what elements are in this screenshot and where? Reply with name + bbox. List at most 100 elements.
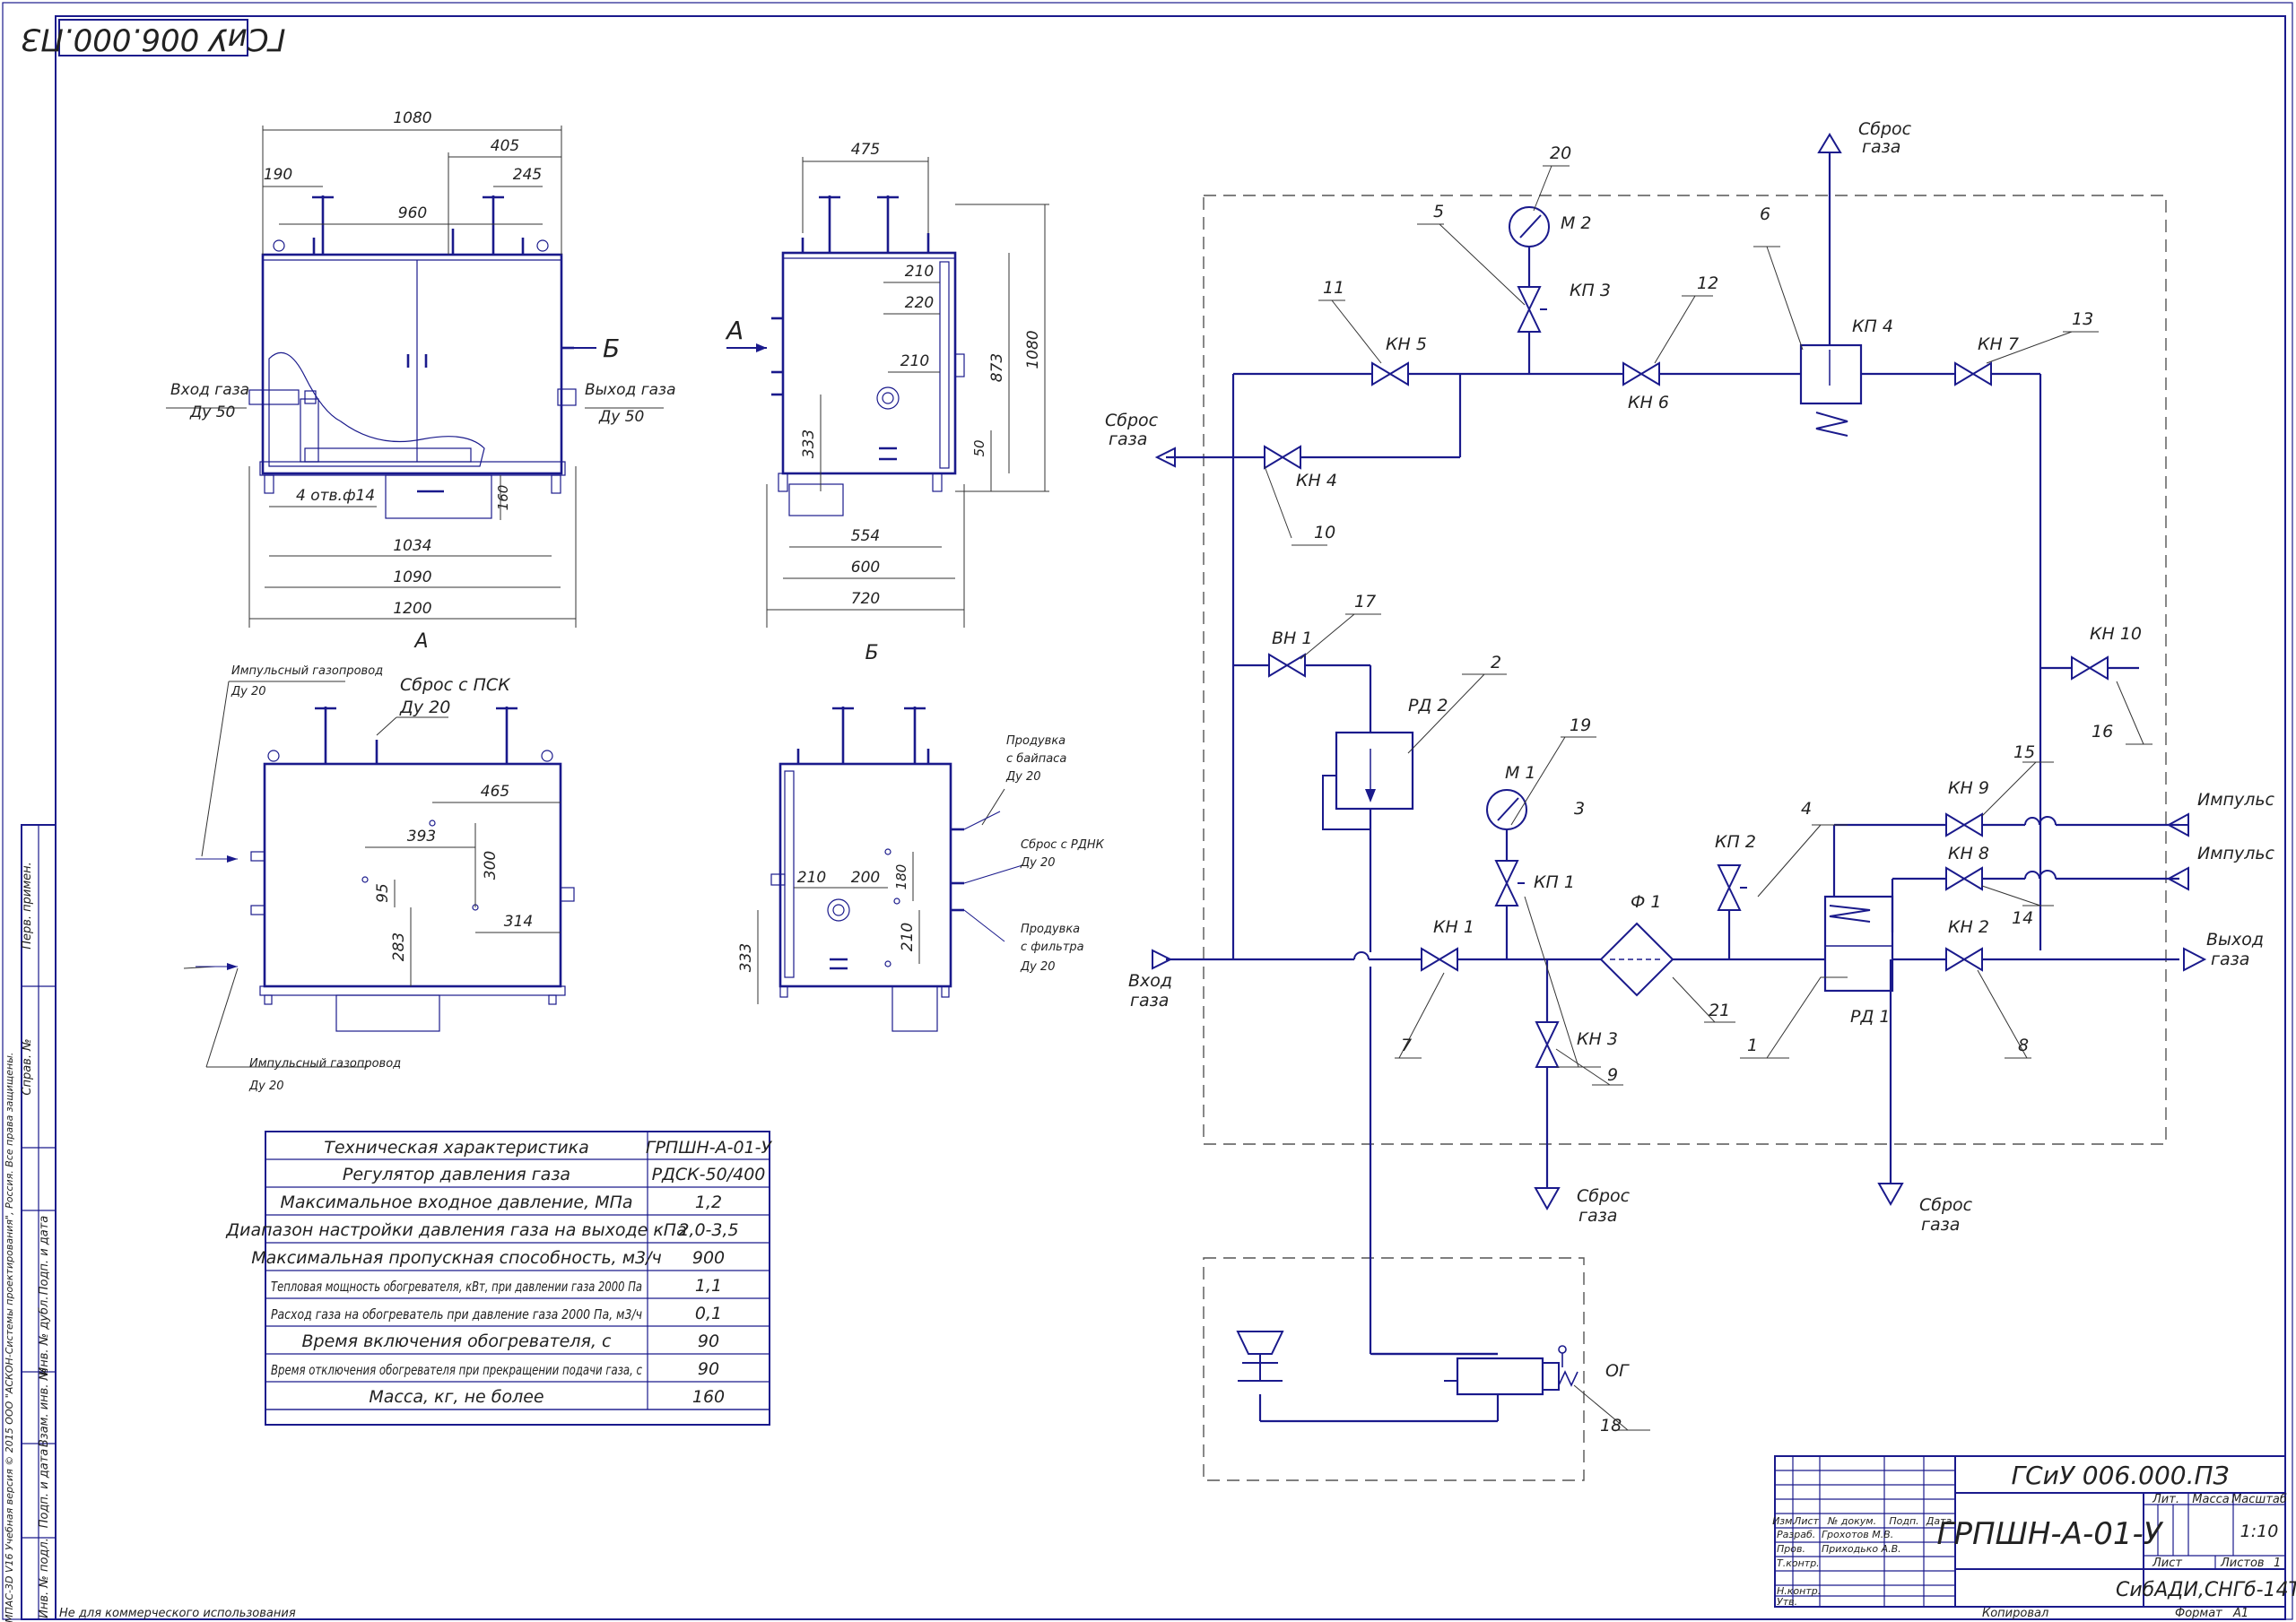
- lbl-blowoff-kn3-1: Сброс: [1577, 1186, 1631, 1206]
- dim-960: 960: [398, 204, 427, 222]
- tb-col-podp: Подп.: [1889, 1515, 1918, 1527]
- dim-873: 873: [988, 353, 1006, 382]
- spec-row-value: 1,2: [695, 1193, 722, 1212]
- valve-kn10: [2071, 655, 2092, 681]
- dim-1200: 1200: [393, 600, 431, 618]
- spec-row-label: Тепловая мощность обогревателя, кВт, при…: [271, 1279, 642, 1295]
- dim-95: 95: [374, 883, 392, 903]
- callout-3: 3: [1574, 799, 1585, 819]
- callout-8: 8: [2018, 1036, 2029, 1055]
- front-view: 1080 405 190 245 960 1034 1090 1200 160 …: [166, 109, 676, 653]
- valve-kn6: [1622, 361, 1643, 386]
- spec-row-value: 900: [692, 1248, 725, 1268]
- dim-475: 475: [851, 141, 880, 159]
- tb-row-razrab-name: Грохотов М.В.: [1822, 1529, 1893, 1540]
- lbl-kn3: КН 3: [1577, 1029, 1618, 1049]
- dim-465: 465: [481, 783, 509, 801]
- footer: Не для коммерческого использования Копир…: [59, 1607, 2248, 1620]
- regulator-rd1: [1823, 895, 1894, 993]
- valve-kn3: [1535, 1021, 1560, 1047]
- dim-720: 720: [851, 590, 880, 608]
- spec-header-left: Техническая характеристика: [324, 1138, 588, 1158]
- lbl-blowoff-kn3-2: газа: [1578, 1206, 1617, 1226]
- dim-220: 220: [905, 294, 934, 312]
- technical-drawing: ГСиУ 006.000.ПЗ Перв. примен. Справ. № П…: [2, 2, 2296, 1622]
- footer-copied: Копировал: [1982, 1607, 2048, 1620]
- blowoff-arrow-kn3: [1534, 1187, 1561, 1211]
- lbl-vn1: ВН 1: [1272, 629, 1312, 648]
- tb-sheet: Лист: [2152, 1557, 2182, 1570]
- inlet-du: Ду 50: [189, 403, 235, 421]
- outlet-du: Ду 50: [598, 408, 644, 426]
- filter-du: Ду 20: [1020, 960, 1056, 974]
- dim-200-rs: 200: [851, 869, 880, 887]
- lbl-blowoff-top1: Сброс: [1858, 119, 1912, 139]
- spec-header-right: ГРПШН-А-01-У: [646, 1138, 773, 1158]
- tb-row-razrab: Разраб.: [1777, 1529, 1815, 1540]
- callout-13: 13: [2072, 309, 2093, 329]
- lbl-blowoff-left1: Сброс: [1105, 411, 1159, 430]
- valve-kn4: [1264, 445, 1284, 470]
- dim-210a: 210: [905, 263, 934, 281]
- lbl-blowoff-rd1-2: газа: [1921, 1215, 1960, 1235]
- lbl-kp1: КП 1: [1534, 872, 1575, 892]
- callout-19: 19: [1570, 716, 1591, 735]
- tb-mass: Масса: [2192, 1493, 2229, 1506]
- lbl-blowoff-rd1-1: Сброс: [1919, 1195, 1973, 1215]
- lbl-kn9: КН 9: [1948, 778, 1989, 798]
- dim-314: 314: [504, 913, 533, 931]
- callout-16: 16: [2092, 722, 2113, 742]
- bypass-du: Ду 20: [1005, 770, 1041, 784]
- callout-7: 7: [1401, 1036, 1412, 1055]
- lbl-inlet1: Вход: [1128, 971, 1172, 991]
- schematic: Сброс газа Сброс газа Вход газа Выход га…: [1105, 119, 2275, 1481]
- rdnk-du: Ду 20: [1020, 856, 1056, 870]
- tb-org: СибАДИ,СНГб-14Т2: [2116, 1579, 2296, 1601]
- dim-1090: 1090: [393, 568, 431, 586]
- callout-10: 10: [1314, 523, 1335, 542]
- callout-5: 5: [1433, 202, 1444, 221]
- bypass-2: с байпаса: [1006, 752, 1066, 766]
- valve-kn8: [1945, 866, 1966, 891]
- dim-160: 160: [495, 485, 511, 511]
- top-stamp: ГСиУ 006.000.ПЗ: [21, 19, 286, 57]
- lbl-impulse1: Импульс: [2197, 790, 2275, 810]
- valve-kn5: [1371, 361, 1392, 386]
- tb-col-doc: № докум.: [1827, 1515, 1876, 1527]
- lbl-kn2: КН 2: [1948, 917, 1989, 937]
- lbl-rd2: РД 2: [1408, 696, 1448, 716]
- dim-210b: 210: [900, 352, 929, 370]
- top-stamp-text: ГСиУ 006.000.ПЗ: [21, 22, 285, 57]
- view-label-a: А: [413, 630, 428, 653]
- callout-2: 2: [1491, 653, 1501, 672]
- dim-333: 333: [800, 429, 818, 458]
- strip-vzam: Взам. инв. №: [38, 1368, 51, 1447]
- valve-kn1: [1421, 947, 1441, 972]
- bypass-1: Продувка: [1006, 734, 1065, 748]
- spec-row-value: 2,0-3,5: [678, 1220, 738, 1240]
- strip-podp1: Подп. и дата: [38, 1216, 51, 1296]
- callout-21: 21: [1709, 1001, 1730, 1020]
- spec-row-label: Диапазон настройки давления газа на выхо…: [225, 1220, 686, 1240]
- impulse-top-du: Ду 20: [230, 685, 266, 698]
- dim-50: 50: [971, 439, 987, 456]
- lbl-kp4: КП 4: [1852, 317, 1893, 336]
- lbl-kp2: КП 2: [1715, 832, 1756, 852]
- lbl-impulse2: Импульс: [2197, 844, 2275, 863]
- callout-18: 18: [1600, 1416, 1622, 1436]
- callout-15: 15: [2013, 742, 2035, 762]
- lbl-kn7: КН 7: [1978, 334, 2019, 354]
- callout-17: 17: [1354, 592, 1376, 612]
- dim-600: 600: [851, 559, 880, 577]
- spec-row-label: Максимальное входное давление, МПа: [280, 1193, 632, 1212]
- valve-kn2: [1945, 947, 1966, 972]
- spec-row-label: Регулятор давления газа: [343, 1165, 570, 1184]
- dim-300: 300: [482, 851, 500, 880]
- strip-podl: Инв. № подл.: [38, 1538, 51, 1618]
- dim-283: 283: [390, 932, 408, 961]
- lbl-kn4: КН 4: [1296, 471, 1337, 490]
- valve-kn9: [1945, 812, 1966, 837]
- dim-393: 393: [407, 828, 436, 846]
- lbl-blowoff-top2: газа: [1862, 137, 1900, 157]
- blowoff-arrow-top: [1817, 133, 1842, 153]
